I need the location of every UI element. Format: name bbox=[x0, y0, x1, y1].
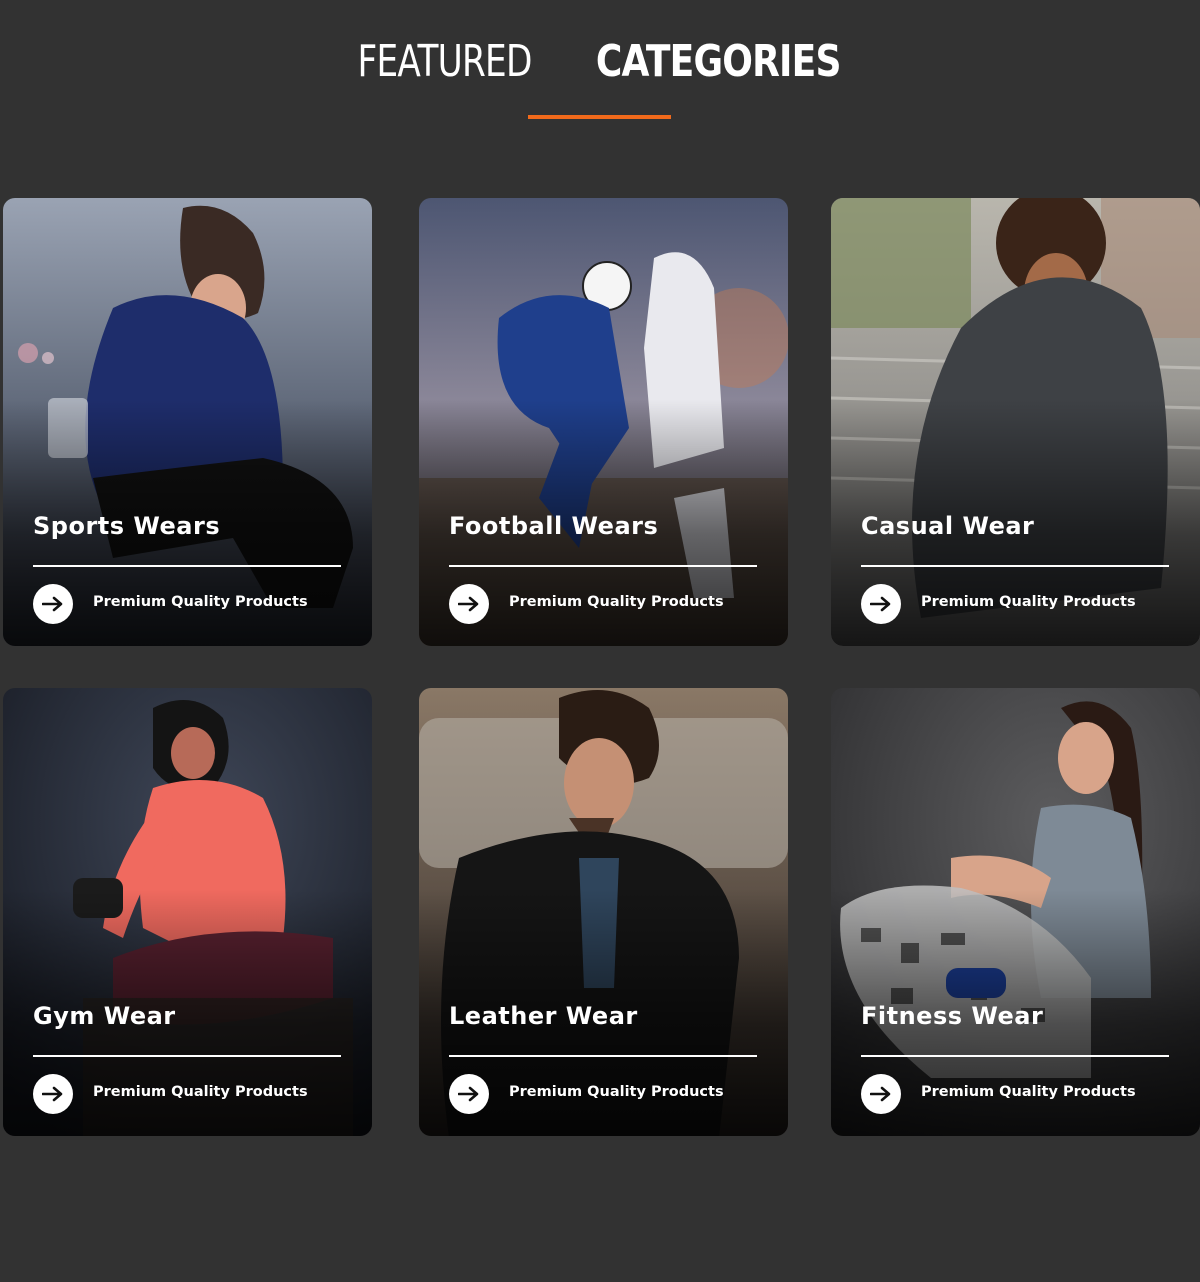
category-title: Leather Wear bbox=[449, 1002, 638, 1030]
category-card-sports-wears[interactable]: Sports Wears Premium Quality Products bbox=[3, 198, 372, 646]
category-title: Fitness Wear bbox=[861, 1002, 1044, 1030]
category-subtitle: Premium Quality Products bbox=[921, 594, 1136, 610]
arrow-right-icon[interactable] bbox=[33, 584, 73, 624]
category-subtitle: Premium Quality Products bbox=[93, 594, 308, 610]
heading-light: FEATURED bbox=[357, 36, 532, 87]
arrow-right-icon[interactable] bbox=[449, 1074, 489, 1114]
category-subtitle: Premium Quality Products bbox=[921, 1084, 1136, 1100]
category-card-football-wears[interactable]: Football Wears Premium Quality Products bbox=[419, 198, 788, 646]
category-subtitle: Premium Quality Products bbox=[509, 594, 724, 610]
arrow-right-icon[interactable] bbox=[33, 1074, 73, 1114]
category-card-leather-wear[interactable]: Leather Wear Premium Quality Products bbox=[419, 688, 788, 1136]
category-card-gym-wear[interactable]: Gym Wear Premium Quality Products bbox=[3, 688, 372, 1136]
category-title: Casual Wear bbox=[861, 512, 1035, 540]
divider bbox=[33, 1055, 341, 1057]
arrow-right-icon[interactable] bbox=[861, 584, 901, 624]
category-title: Sports Wears bbox=[33, 512, 221, 540]
divider bbox=[33, 565, 341, 567]
category-subtitle: Premium Quality Products bbox=[93, 1084, 308, 1100]
heading-underline bbox=[528, 115, 671, 119]
category-card-fitness-wear[interactable]: Fitness Wear Premium Quality Products bbox=[831, 688, 1200, 1136]
category-title: Football Wears bbox=[449, 512, 659, 540]
divider bbox=[861, 1055, 1169, 1057]
section-heading: FEATURED CATEGORIES bbox=[0, 36, 1200, 88]
arrow-right-icon[interactable] bbox=[449, 584, 489, 624]
divider bbox=[449, 1055, 757, 1057]
category-card-casual-wear[interactable]: Casual Wear Premium Quality Products bbox=[831, 198, 1200, 646]
category-subtitle: Premium Quality Products bbox=[509, 1084, 724, 1100]
heading-bold: CATEGORIES bbox=[595, 36, 842, 87]
arrow-right-icon[interactable] bbox=[861, 1074, 901, 1114]
category-title: Gym Wear bbox=[33, 1002, 176, 1030]
divider bbox=[449, 565, 757, 567]
divider bbox=[861, 565, 1169, 567]
